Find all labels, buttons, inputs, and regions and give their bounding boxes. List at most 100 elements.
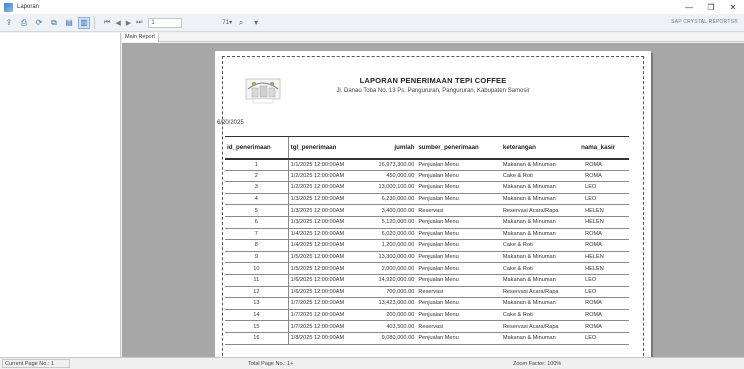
table-row: 3 1/2/2025 12:00:00AM 13,000,100.00 Penjual… — [225, 181, 629, 194]
table-row: 16 1/8/2025 12:00:00AM 9,080,000.00 Penjual… — [225, 332, 629, 345]
table-cell: ROMA — [579, 239, 629, 252]
table-row: 4 1/3/2025 12:00:00AM 6,230,000.00 Penjuala… — [225, 193, 629, 206]
table-cell: 6 — [225, 216, 289, 229]
table-cell: 1/1/2025 12:00:00AM — [287, 158, 365, 171]
report-title: LAPORAN PENERIMAAN TEPI COFFEE — [359, 76, 507, 85]
table-cell: ROMA — [579, 228, 629, 241]
minimize-button[interactable]: — — [678, 0, 700, 14]
table-cell: 16,973,300.00 — [364, 158, 417, 171]
table-cell: Cake & Roti — [500, 262, 580, 275]
search-options-icon[interactable]: ▾ — [250, 17, 262, 29]
table-cell: ROMA — [579, 297, 629, 310]
table-cell: Makanan & Minuman — [500, 158, 580, 171]
group-tree-icon[interactable]: ▤ — [63, 17, 75, 29]
table-cell: Penjualan Menu — [416, 216, 501, 229]
table-cell: Makanan & Minuman — [500, 297, 580, 310]
table-cell: 450,000.00 — [364, 170, 417, 183]
table-cell: 16 — [225, 332, 289, 345]
table-cell: Reservasi — [416, 320, 501, 333]
table-cell: 1/2/2025 12:00:00AM — [287, 181, 365, 194]
table-cell: 15 — [225, 320, 289, 333]
maximize-button[interactable]: ❐ — [700, 0, 722, 14]
print-icon[interactable]: ⎙ — [18, 17, 30, 29]
copy-icon[interactable]: ⧉ — [48, 17, 60, 29]
toolbar-separator — [94, 16, 95, 29]
table-cell: Cake & Roti — [500, 309, 580, 322]
table-cell: Reservasi Acara/Rapa — [500, 320, 580, 333]
next-page-icon[interactable]: ▶ — [126, 19, 131, 27]
table-body: 1 1/1/2025 12:00:00AM 16,973,300.00 Penjual… — [225, 158, 629, 345]
table-cell: 1,200,000.00 — [364, 239, 417, 252]
report-address: Jl. Danau Toba No. 13 Ps. Pangururan, Pa… — [336, 88, 530, 94]
table-cell: Reservasi Acara/Rapa — [500, 204, 580, 217]
table-cell: Penjualan Menu — [416, 309, 501, 322]
table-cell: Makanan & Minuman — [500, 228, 580, 241]
table-cell: 1 — [225, 158, 289, 171]
zoom-dropdown[interactable]: 71▾ — [222, 19, 232, 26]
first-page-icon[interactable]: ⏮ — [104, 19, 110, 27]
table-cell: 6,230,000.00 — [364, 193, 417, 206]
column-header: id_penerimaan — [225, 136, 289, 160]
table-cell: Penjualan Menu — [416, 193, 501, 206]
table-cell: HELEN — [579, 204, 629, 217]
table-cell: LEO — [579, 274, 629, 287]
crystal-reports-brand: SAP CRYSTAL REPORTS® — [671, 19, 738, 25]
table-cell: 1/2/2025 12:00:00AM — [287, 170, 365, 183]
table-cell: 8 — [225, 239, 289, 252]
zoom-factor-status: Zoom Factor: 100% — [513, 361, 562, 367]
table-row: 15 1/7/2025 12:00:00AM 403,500.00 Reservasi… — [225, 320, 629, 333]
tab-main-report[interactable]: Main Report — [122, 33, 159, 42]
table-cell: 1/4/2025 12:00:00AM — [287, 239, 365, 252]
page-number-input[interactable]: 1 — [148, 17, 183, 28]
table-cell: 13,300,000.00 — [364, 251, 417, 264]
refresh-icon[interactable]: ⟳ — [33, 17, 45, 29]
table-cell: 1/6/2025 12:00:00AM — [287, 286, 365, 299]
table-row: 6 1/3/2025 12:00:00AM 5,120,000.00 Penjuala… — [225, 216, 629, 229]
table-cell: 1/5/2025 12:00:00AM — [287, 251, 365, 264]
table-cell: Penjualan Menu — [416, 262, 501, 275]
table-cell: 13,423,000.00 — [364, 297, 417, 310]
table-cell: 403,500.00 — [364, 320, 417, 333]
table-cell: Penjualan Menu — [416, 274, 501, 287]
report-tabstrip: Main Report — [122, 33, 744, 42]
table-cell: HELEN — [579, 262, 629, 275]
column-header: jumlah — [364, 136, 417, 160]
table-cell: Cake & Roti — [500, 170, 580, 183]
last-page-icon[interactable]: ⏭ — [136, 19, 142, 27]
table-cell: Penjualan Menu — [416, 228, 501, 241]
print-date: 6/20/2025 — [217, 120, 244, 126]
group-tree-panel[interactable] — [0, 33, 121, 357]
table-cell: Reservasi — [416, 204, 501, 217]
column-header: tgl_penerimaan — [287, 136, 365, 160]
table-cell: 1/7/2025 12:00:00AM — [287, 297, 365, 310]
table-cell: HELEN — [579, 251, 629, 264]
report-viewer[interactable]: LAPORAN PENERIMAAN TEPI COFFEE Jl. Danau… — [122, 43, 744, 357]
table-cell: 1/8/2025 12:00:00AM — [287, 332, 365, 345]
table-cell: 1/5/2025 12:00:00AM — [287, 262, 365, 275]
table-cell: 1/7/2025 12:00:00AM — [287, 320, 365, 333]
table-cell: Penjualan Menu — [416, 251, 501, 264]
table-row: 11 1/6/2025 12:00:00AM 14,920,000.00 Penjua… — [225, 274, 629, 287]
viewer-toolbar: ⇪ ⎙ ⟳ ⧉ ▤ ▥ ⏮ ◀ ▶ ⏭ 1 71▾ ⌕ ▾ SAP CRYSTA… — [0, 14, 744, 32]
table-cell: Makanan & Minuman — [500, 181, 580, 194]
table-cell: Reservasi Acara/Rapa — [500, 286, 580, 299]
table-cell: 9,080,000.00 — [364, 332, 417, 345]
close-button[interactable]: ✕ — [722, 0, 744, 14]
table-cell: Reservasi — [416, 286, 501, 299]
table-cell: Penjualan Menu — [416, 158, 501, 171]
export-icon[interactable]: ⇪ — [3, 17, 15, 29]
penerimaan-table: id_penerimaan tgl_penerimaan jumlah sumb… — [225, 136, 629, 345]
table-cell: Makanan & Minuman — [500, 251, 580, 264]
table-cell: Makanan & Minuman — [500, 274, 580, 287]
current-page-status: Current Page No.: 1 — [5, 361, 54, 367]
table-cell: Penjualan Menu — [416, 239, 501, 252]
previous-page-icon[interactable]: ◀ — [115, 19, 120, 27]
table-cell: LEO — [579, 286, 629, 299]
table-cell: 10 — [225, 262, 289, 275]
table-cell: 9 — [225, 251, 289, 264]
table-cell: 1/7/2025 12:00:00AM — [287, 309, 365, 322]
binoculars-icon[interactable]: ⌕ — [235, 17, 247, 29]
table-row: 7 1/4/2025 12:00:00AM 6,020,000.00 Penjuala… — [225, 228, 629, 241]
parameter-panel-icon[interactable]: ▥ — [78, 16, 90, 29]
table-cell: 5,120,000.00 — [364, 216, 417, 229]
